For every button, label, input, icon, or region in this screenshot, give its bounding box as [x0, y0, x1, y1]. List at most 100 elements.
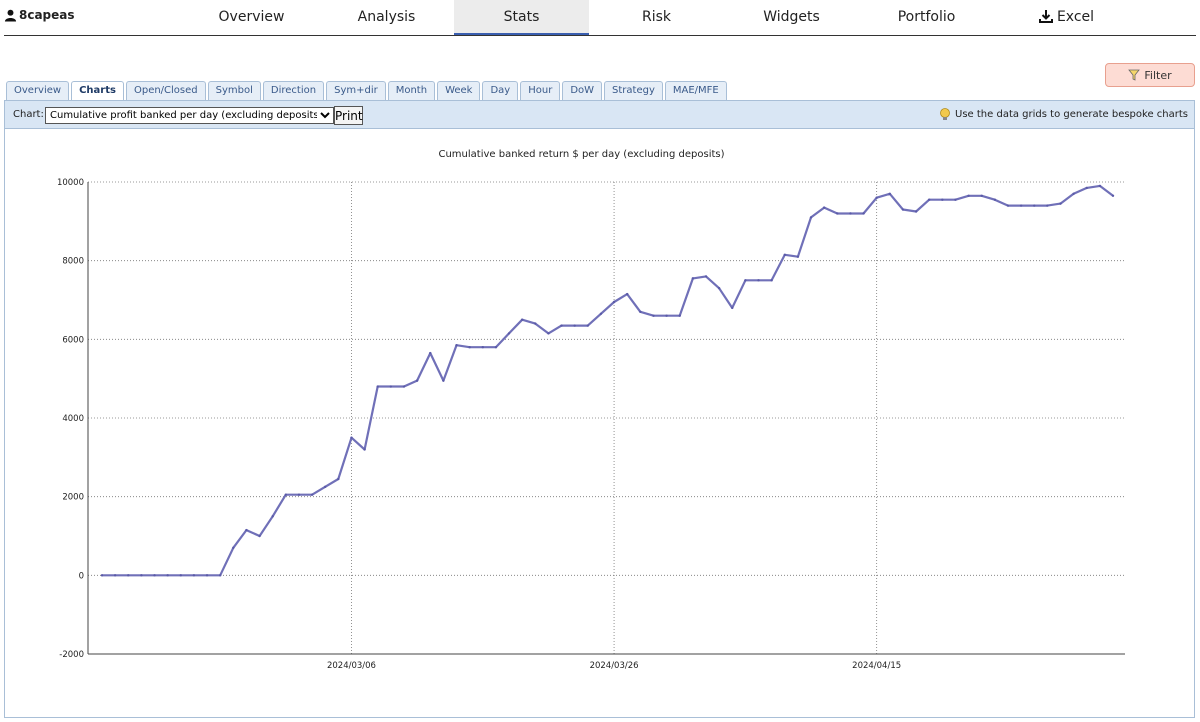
data-point	[205, 574, 209, 577]
tab-mae-mfe[interactable]: MAE/MFE	[664, 81, 727, 101]
y-tick-label: -2000	[59, 650, 84, 660]
data-point	[822, 206, 826, 209]
data-point	[337, 477, 340, 481]
data-point	[1033, 204, 1036, 207]
chart-title: Cumulative banked return $ per day (excl…	[438, 149, 724, 160]
nav-excel-label: Excel	[1056, 9, 1095, 25]
data-point	[612, 300, 616, 304]
lightbulb-icon	[940, 108, 950, 120]
print-button[interactable]: Print	[334, 106, 363, 125]
data-point	[1059, 202, 1062, 205]
data-point	[941, 198, 944, 201]
data-point	[455, 344, 458, 347]
filter-button[interactable]: Filter	[1105, 63, 1195, 87]
chart-panel: Chart: Cumulative profit banked per day …	[4, 100, 1195, 718]
hint: Use the data grids to generate bespoke c…	[938, 107, 1188, 121]
data-point	[520, 318, 524, 321]
data-point	[166, 574, 169, 577]
data-point	[875, 196, 878, 199]
nav-analysis[interactable]: Analysis	[339, 0, 434, 35]
data-point	[862, 212, 865, 215]
data-point	[179, 574, 182, 577]
tab-week[interactable]: Week	[437, 81, 481, 101]
data-point	[363, 448, 366, 451]
data-point	[914, 210, 918, 213]
data-point	[284, 493, 288, 496]
cumulative-return-chart: Cumulative banked return $ per day (excl…	[57, 149, 1125, 671]
data-point	[1046, 204, 1049, 207]
data-point	[127, 574, 130, 577]
data-point	[258, 534, 261, 538]
data-point	[429, 351, 432, 355]
data-point	[140, 574, 143, 577]
data-point	[100, 574, 104, 577]
data-point	[639, 310, 642, 313]
user-menu[interactable]: 8capeas	[4, 8, 75, 22]
data-point	[954, 198, 957, 201]
y-tick-label: 8000	[62, 257, 84, 267]
data-point	[757, 279, 760, 282]
data-point	[1072, 192, 1075, 195]
x-tick-label: 2024/04/15	[852, 661, 901, 671]
data-point	[796, 255, 800, 258]
tab-overview[interactable]: Overview	[6, 81, 70, 101]
y-tick-label: 10000	[57, 178, 84, 188]
data-point	[153, 574, 156, 577]
data-point	[1006, 204, 1010, 207]
series-line	[102, 184, 1114, 577]
data-point	[888, 192, 891, 195]
chart-toolbar: Chart: Cumulative profit banked per day …	[5, 101, 1194, 129]
top-navigation: 8capeas Overview Analysis Stats Risk Wid…	[4, 0, 1196, 36]
data-point	[1019, 204, 1023, 207]
y-tick-label: 4000	[62, 414, 84, 424]
tab-day[interactable]: Day	[482, 81, 519, 101]
data-point	[350, 436, 353, 439]
x-tick-label: 2024/03/26	[590, 661, 639, 671]
nav-portfolio[interactable]: Portfolio	[879, 0, 974, 35]
tab-dow[interactable]: DoW	[562, 81, 603, 101]
data-point	[901, 208, 905, 211]
nav-stats[interactable]: Stats	[454, 0, 589, 35]
tab-symbol[interactable]: Symbol	[207, 81, 261, 101]
data-point	[704, 275, 708, 278]
chart-select[interactable]: Cumulative profit banked per day (exclud…	[45, 107, 334, 124]
data-point	[836, 212, 839, 215]
nav-widgets[interactable]: Widgets	[744, 0, 839, 35]
data-point	[192, 574, 196, 577]
nav-risk[interactable]: Risk	[609, 0, 704, 35]
x-tick-label: 2024/03/06	[327, 661, 376, 671]
data-point	[389, 385, 393, 388]
tab-open-closed[interactable]: Open/Closed	[125, 81, 206, 101]
username: 8capeas	[19, 8, 75, 22]
chart-select-label: Chart:	[13, 109, 44, 120]
y-tick-label: 2000	[62, 493, 84, 503]
nav-overview[interactable]: Overview	[204, 0, 299, 35]
data-point	[744, 279, 747, 282]
tab-hour[interactable]: Hour	[520, 81, 561, 101]
data-point	[376, 385, 379, 388]
data-point	[468, 346, 471, 349]
tab-strategy[interactable]: Strategy	[604, 81, 663, 101]
data-point	[731, 306, 734, 310]
tab-sym-dir[interactable]: Sym+dir	[326, 81, 386, 101]
user-icon	[4, 9, 17, 22]
data-point	[626, 292, 629, 296]
tab-direction[interactable]: Direction	[262, 81, 325, 101]
filter-label: Filter	[1144, 68, 1172, 82]
tab-month[interactable]: Month	[387, 81, 436, 101]
tab-charts[interactable]: Charts	[71, 81, 124, 102]
nav-excel[interactable]: Excel	[1019, 0, 1114, 35]
data-point	[560, 324, 563, 327]
data-point	[547, 332, 550, 335]
data-point	[1111, 194, 1115, 197]
data-point	[324, 485, 327, 489]
data-point	[507, 332, 511, 335]
data-point	[1098, 184, 1102, 188]
data-point	[967, 194, 970, 197]
data-point	[809, 216, 813, 219]
data-point	[271, 515, 274, 518]
data-point	[665, 314, 668, 317]
data-point	[442, 379, 445, 382]
data-point	[980, 194, 983, 197]
data-point	[297, 493, 301, 496]
